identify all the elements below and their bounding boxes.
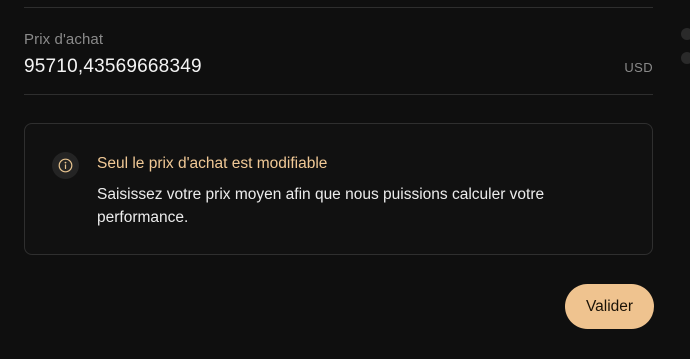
purchase-price-input[interactable] xyxy=(24,56,584,78)
edge-partial-icon xyxy=(681,28,690,40)
field-underline xyxy=(24,94,653,95)
info-icon xyxy=(52,152,79,179)
edit-purchase-price-panel: Prix d'achat USD Seul le prix d'achat es… xyxy=(0,0,690,359)
edge-partial-icon xyxy=(681,52,690,64)
top-divider xyxy=(24,7,653,8)
validate-button[interactable]: Valider xyxy=(565,284,654,329)
info-notice: Seul le prix d'achat est modifiable Sais… xyxy=(24,123,653,255)
purchase-price-field[interactable]: Prix d'achat USD xyxy=(24,30,653,94)
notice-text: Saisissez votre prix moyen afin que nous… xyxy=(97,186,545,226)
notice-title: Seul le prix d'achat est modifiable xyxy=(97,155,328,172)
currency-label: USD xyxy=(624,60,653,75)
purchase-price-label: Prix d'achat xyxy=(24,31,104,48)
